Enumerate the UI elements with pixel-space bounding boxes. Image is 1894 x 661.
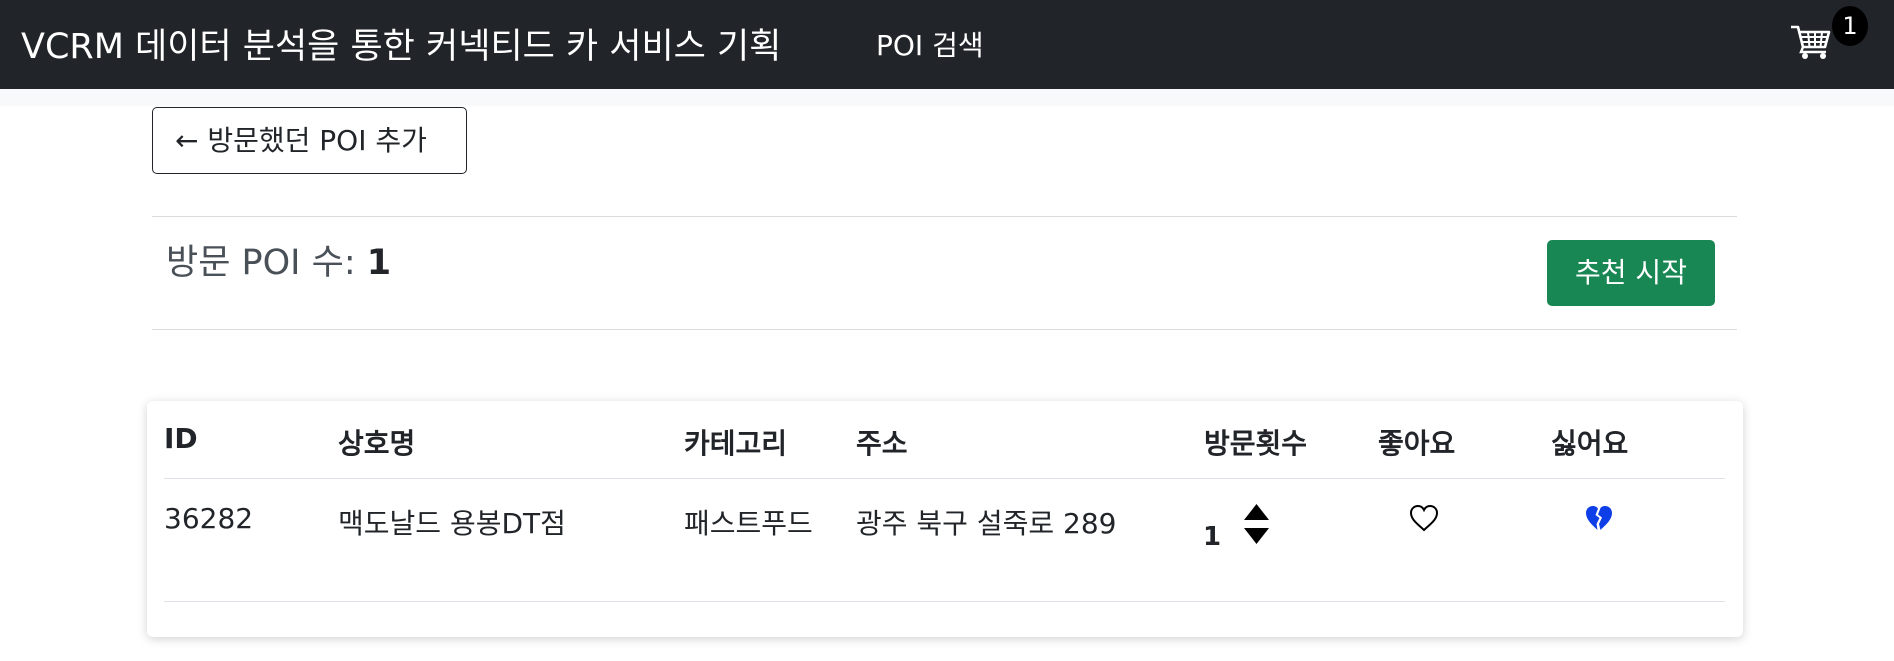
visited-poi-label: 방문 POI 수: (166, 243, 356, 283)
cart-count-badge: 1 (1832, 6, 1868, 46)
divider-bottom (152, 329, 1737, 330)
table-bottom-divider (164, 601, 1725, 602)
header-id: ID (164, 422, 198, 455)
header-dislike: 싫어요 (1551, 427, 1629, 460)
shopping-cart-icon (1791, 25, 1831, 59)
add-visited-poi-button[interactable]: ← 방문했던 POI 추가 (152, 107, 467, 174)
broken-heart-icon[interactable] (1584, 504, 1614, 532)
triangle-down-icon[interactable] (1244, 528, 1269, 544)
visited-poi-summary: 방문 POI 수: 1 (166, 234, 391, 285)
visited-poi-count: 1 (366, 243, 392, 283)
visit-count-value: 1 (1203, 522, 1222, 552)
triangle-up-icon[interactable] (1244, 504, 1269, 520)
cell-category: 패스트푸드 (684, 507, 813, 540)
cell-id: 36282 (164, 502, 254, 535)
nav-link-poi-search[interactable]: POI 검색 (876, 24, 984, 64)
heart-outline-icon[interactable] (1409, 504, 1439, 532)
header-row-divider (164, 478, 1725, 479)
header-visits: 방문횟수 (1204, 427, 1308, 460)
header-name: 상호명 (338, 427, 416, 460)
subbar (0, 89, 1894, 106)
header-like: 좋아요 (1378, 427, 1456, 460)
divider-top (152, 216, 1737, 217)
header-address: 주소 (856, 427, 908, 460)
cell-address: 광주 북구 설죽로 289 (856, 507, 1117, 540)
cell-name: 맥도날드 용봉DT점 (338, 507, 566, 540)
start-recommendation-button[interactable]: 추천 시작 (1547, 240, 1715, 306)
header-category: 카테고리 (684, 427, 788, 460)
navbar: VCRM 데이터 분석을 통한 커넥티드 카 서비스 기획 POI 검색 1 (0, 0, 1894, 89)
navbar-brand[interactable]: VCRM 데이터 분석을 통한 커넥티드 카 서비스 기획 (21, 18, 781, 69)
